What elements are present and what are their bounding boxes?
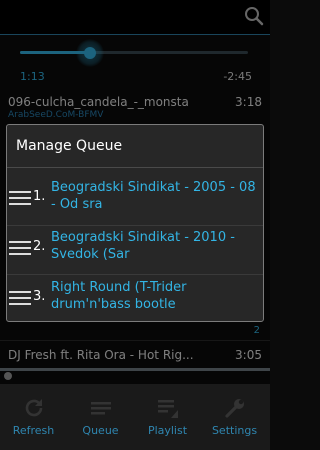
queue-item[interactable]: 2. Beogradski Sindikat - 2010 - Svedok (…: [7, 223, 263, 273]
queue-item-name: Beogradski Sindikat - 2010 - Svedok (Sar: [51, 230, 235, 262]
queue-item-name: Right Round (T-Trider drum'n'bass bootle: [51, 280, 187, 312]
queue-icon: [90, 402, 111, 415]
refresh-button[interactable]: Refresh: [0, 392, 67, 442]
drag-handle-icon[interactable]: [9, 291, 31, 305]
queue-item-number: 3.: [33, 289, 46, 304]
mini-seek-dot: [4, 372, 12, 380]
settings-label: Settings: [211, 424, 258, 437]
queue-item-number: 1.: [33, 189, 46, 204]
dialog-title: Manage Queue: [16, 138, 123, 154]
playlist-icon: [157, 400, 178, 418]
mini-seek-line: [0, 368, 270, 371]
playlist-button[interactable]: Playlist: [134, 392, 201, 442]
queue-button[interactable]: Queue: [67, 392, 134, 442]
queue-item-name: Beogradski Sindikat - 2005 - 08 - Od sra: [51, 180, 256, 212]
queue-label: Queue: [82, 424, 119, 437]
refresh-label: Refresh: [12, 424, 55, 437]
queue-item[interactable]: 1. Beogradski Sindikat - 2005 - 08 - Od …: [7, 173, 263, 223]
queue-item-number: 2.: [33, 239, 46, 254]
wrench-icon: [224, 399, 244, 418]
dialog-divider: [7, 167, 263, 168]
drag-handle-icon[interactable]: [9, 191, 31, 205]
playlist-label: Playlist: [147, 424, 188, 437]
refresh-icon: [25, 399, 42, 417]
settings-button[interactable]: Settings: [201, 392, 268, 442]
manage-queue-dialog: Manage Queue 1. Beogradski Sindikat - 20…: [6, 124, 264, 322]
drag-handle-icon[interactable]: [9, 241, 31, 255]
queue-item[interactable]: 3. Right Round (T-Trider drum'n'bass boo…: [7, 273, 263, 323]
